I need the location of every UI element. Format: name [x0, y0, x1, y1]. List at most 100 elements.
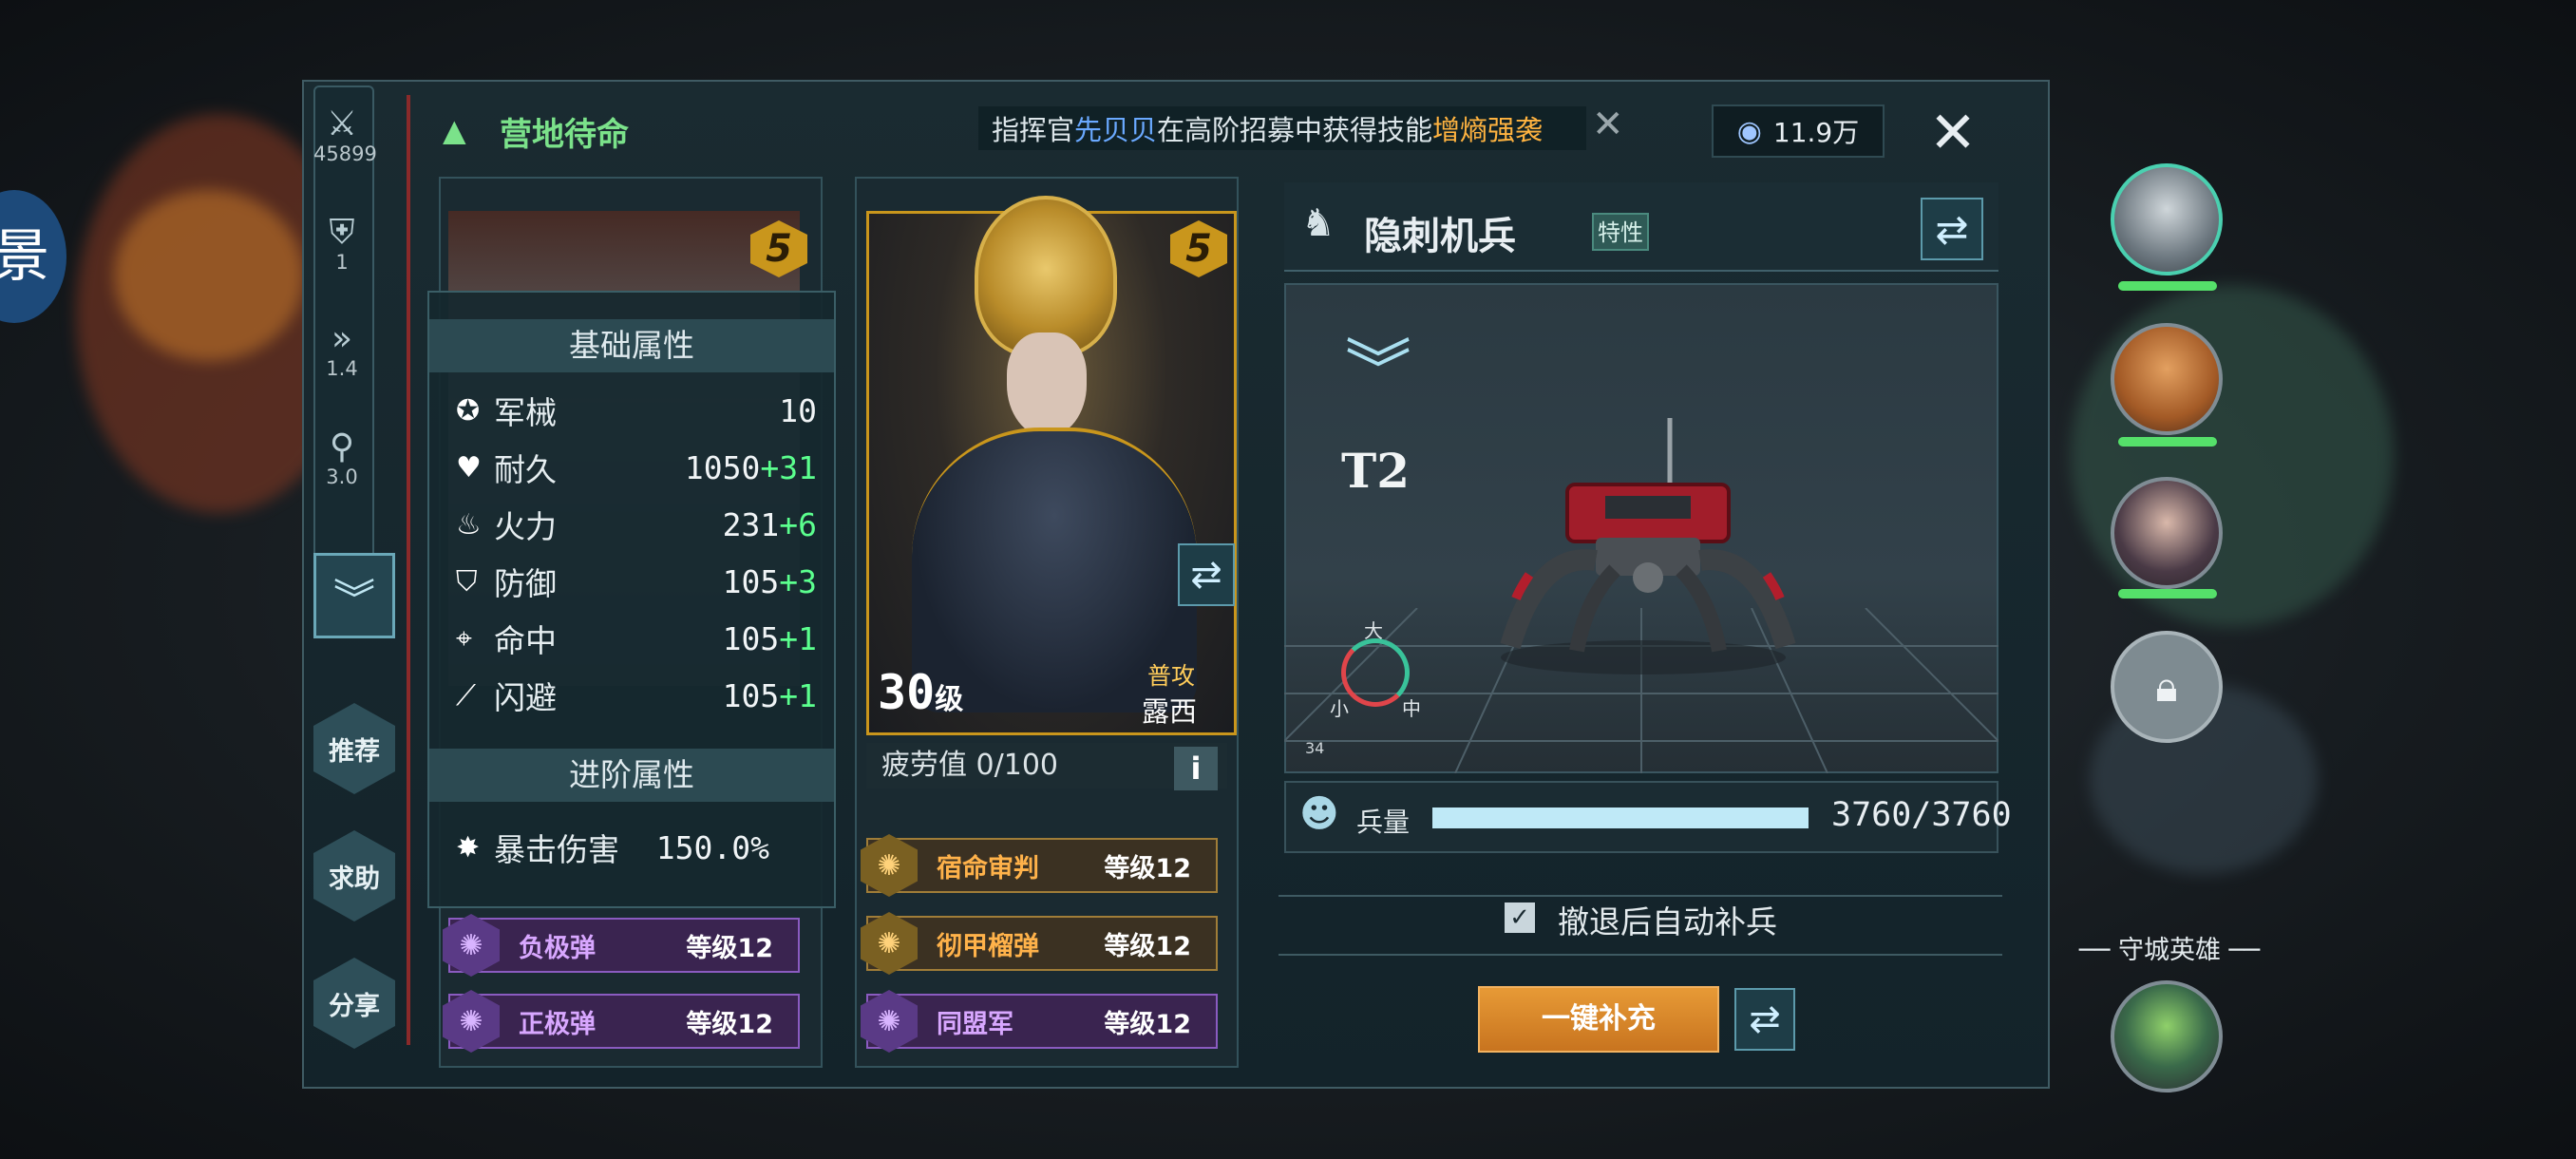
currency-box: ◉ 11.9万	[1712, 104, 1885, 158]
chevron-down-icon: ︾	[1345, 332, 1411, 409]
skill-level: 等级12	[1104, 1009, 1191, 1039]
fire-icon: ♨	[456, 507, 482, 542]
lock-icon: 🔒︎	[2155, 662, 2178, 712]
skill-level: 等级12	[1104, 931, 1191, 961]
left-skill-1[interactable]: ✺ 负极弹 等级12	[443, 914, 800, 977]
swap-hero-button[interactable]: ⇄	[1178, 543, 1235, 606]
refill-button[interactable]: 一键补充	[1478, 986, 1719, 1053]
skill-icon: ✺	[861, 990, 918, 1053]
burst-icon: ✸	[456, 830, 481, 864]
left-edge-button[interactable]: 景	[0, 190, 66, 323]
skill-level: 等级12	[686, 933, 773, 963]
grid-marker: 34	[1305, 739, 1325, 757]
close-icon[interactable]: ✕	[1919, 99, 1987, 167]
swap-unit-button[interactable]: ⇄	[1921, 198, 1983, 260]
fatigue-value: 疲劳值 0/100	[881, 749, 1058, 782]
attr-label: 闪避	[494, 679, 557, 716]
hero-name: 露西	[1142, 695, 1198, 728]
trait-tag[interactable]: 特性	[1592, 213, 1649, 251]
panel-title: 营地待命	[500, 116, 629, 154]
skill-level: 等级12	[686, 1009, 773, 1039]
attr-row-defense: ⛉ 防御 105+3	[456, 553, 836, 610]
location-icon: ⚲	[329, 428, 355, 466]
left-star-value: 5	[766, 227, 792, 271]
skill-icon: ✺	[861, 912, 918, 975]
attr-bonus: +1	[779, 676, 817, 714]
shield-icon: ⛉	[456, 564, 478, 598]
skill-name: 负极弹	[519, 933, 596, 963]
rail-range: ⚲ 3.0	[313, 428, 370, 489]
swap-icon: ⇄	[1190, 553, 1222, 597]
wing-icon: ⟋	[456, 678, 476, 712]
swords-icon: ⚔	[326, 104, 358, 143]
auto-refill-label: 撤退后自动补兵	[1558, 903, 1777, 940]
notice-skill: 增熵强袭	[1432, 114, 1544, 146]
attack-type: 普攻	[1147, 662, 1196, 690]
chevron-down-icon: ︾	[333, 576, 375, 624]
roster-hero-3[interactable]	[2111, 477, 2223, 589]
main-skill-1[interactable]: ✺ 宿命审判 等级12	[861, 834, 1218, 897]
defender-label: ── 守城英雄 ──	[2078, 936, 2261, 965]
crystal-icon: ◉	[1736, 114, 1762, 148]
attr-row-crit-damage: ✸ 暴击伤害 150.0%	[456, 819, 836, 876]
speed-value: 1.4	[326, 357, 358, 380]
attr-row-evasion: ⟋ 闪避 105+1	[456, 667, 836, 724]
info-label: i	[1190, 750, 1202, 787]
background-blur	[114, 190, 304, 361]
broadcast-notice: 指挥官 先贝贝 在高阶招募中获得技能 增熵强袭	[978, 106, 1586, 150]
speed-icon: »	[331, 319, 353, 358]
troop-bar-fill	[1432, 808, 1809, 828]
locked-slot[interactable]: 🔒︎	[2111, 631, 2223, 743]
background-blur	[2071, 285, 2394, 627]
swap-refill-button[interactable]: ⇄	[1734, 988, 1795, 1051]
unit-tier: T2	[1341, 443, 1410, 499]
gear-icon: ✪	[456, 393, 481, 428]
hero-level: 30级	[878, 665, 963, 720]
main-star-value: 5	[1185, 227, 1212, 271]
help-label: 求助	[329, 864, 380, 894]
main-skill-2[interactable]: ✺ 彻甲榴弹 等级12	[861, 912, 1218, 975]
defender-hero[interactable]	[2111, 980, 2223, 1092]
roster-hp-1	[2118, 281, 2217, 291]
recommend-label: 推荐	[329, 736, 380, 767]
auto-refill-checkbox[interactable]: ✓	[1505, 902, 1535, 933]
troop-value: 3760/3760	[1831, 796, 2012, 834]
attr-base: 105	[722, 562, 780, 600]
defender-label-text: 守城英雄	[2118, 936, 2221, 965]
attr-value: 105+1	[723, 620, 817, 657]
troop-bar	[1432, 808, 1809, 828]
attr-value: 105+3	[723, 563, 817, 600]
attr-label: 命中	[494, 622, 557, 659]
skill-level: 等级12	[1104, 853, 1191, 884]
base-attr-header: 基础属性	[429, 319, 834, 372]
attr-value: 150.0%	[655, 828, 769, 866]
skill-name: 正极弹	[519, 1009, 596, 1039]
roster-hero-1[interactable]	[2111, 163, 2223, 276]
swap-icon: ⇄	[1935, 205, 1969, 253]
attr-label: 防御	[494, 565, 557, 602]
attr-label: 军械	[494, 394, 557, 431]
attr-value: 10	[779, 392, 817, 429]
close-notice-icon[interactable]: ✕	[1592, 103, 1624, 146]
rail-troops: ⛨ 1	[313, 215, 370, 275]
skill-icon: ✺	[443, 914, 500, 977]
info-icon[interactable]: i	[1174, 747, 1218, 790]
attr-value: 105+1	[723, 677, 817, 714]
attr-value: 1050+31	[685, 449, 817, 486]
attr-label: 耐久	[494, 451, 557, 488]
attr-base: 231	[722, 505, 780, 543]
range-value: 3.0	[326, 466, 358, 488]
size-cycle-icon	[1341, 638, 1410, 707]
attr-row-durability: ♥ 耐久 1050+31	[456, 439, 836, 496]
size-big-label: 大	[1364, 619, 1383, 642]
level-value: 30	[878, 665, 936, 720]
fatigue-row: 疲劳值 0/100	[866, 743, 1227, 788]
divider	[407, 95, 410, 1045]
roster-hero-2[interactable]	[2111, 323, 2223, 435]
left-skill-2[interactable]: ✺ 正极弹 等级12	[443, 990, 800, 1053]
swap-icon: ⇄	[1749, 998, 1781, 1041]
attr-bonus: +31	[760, 448, 817, 486]
attr-base: 1050	[684, 448, 761, 486]
collapse-button[interactable]: ︾	[313, 553, 395, 638]
main-skill-3[interactable]: ✺ 同盟军 等级12	[861, 990, 1218, 1053]
